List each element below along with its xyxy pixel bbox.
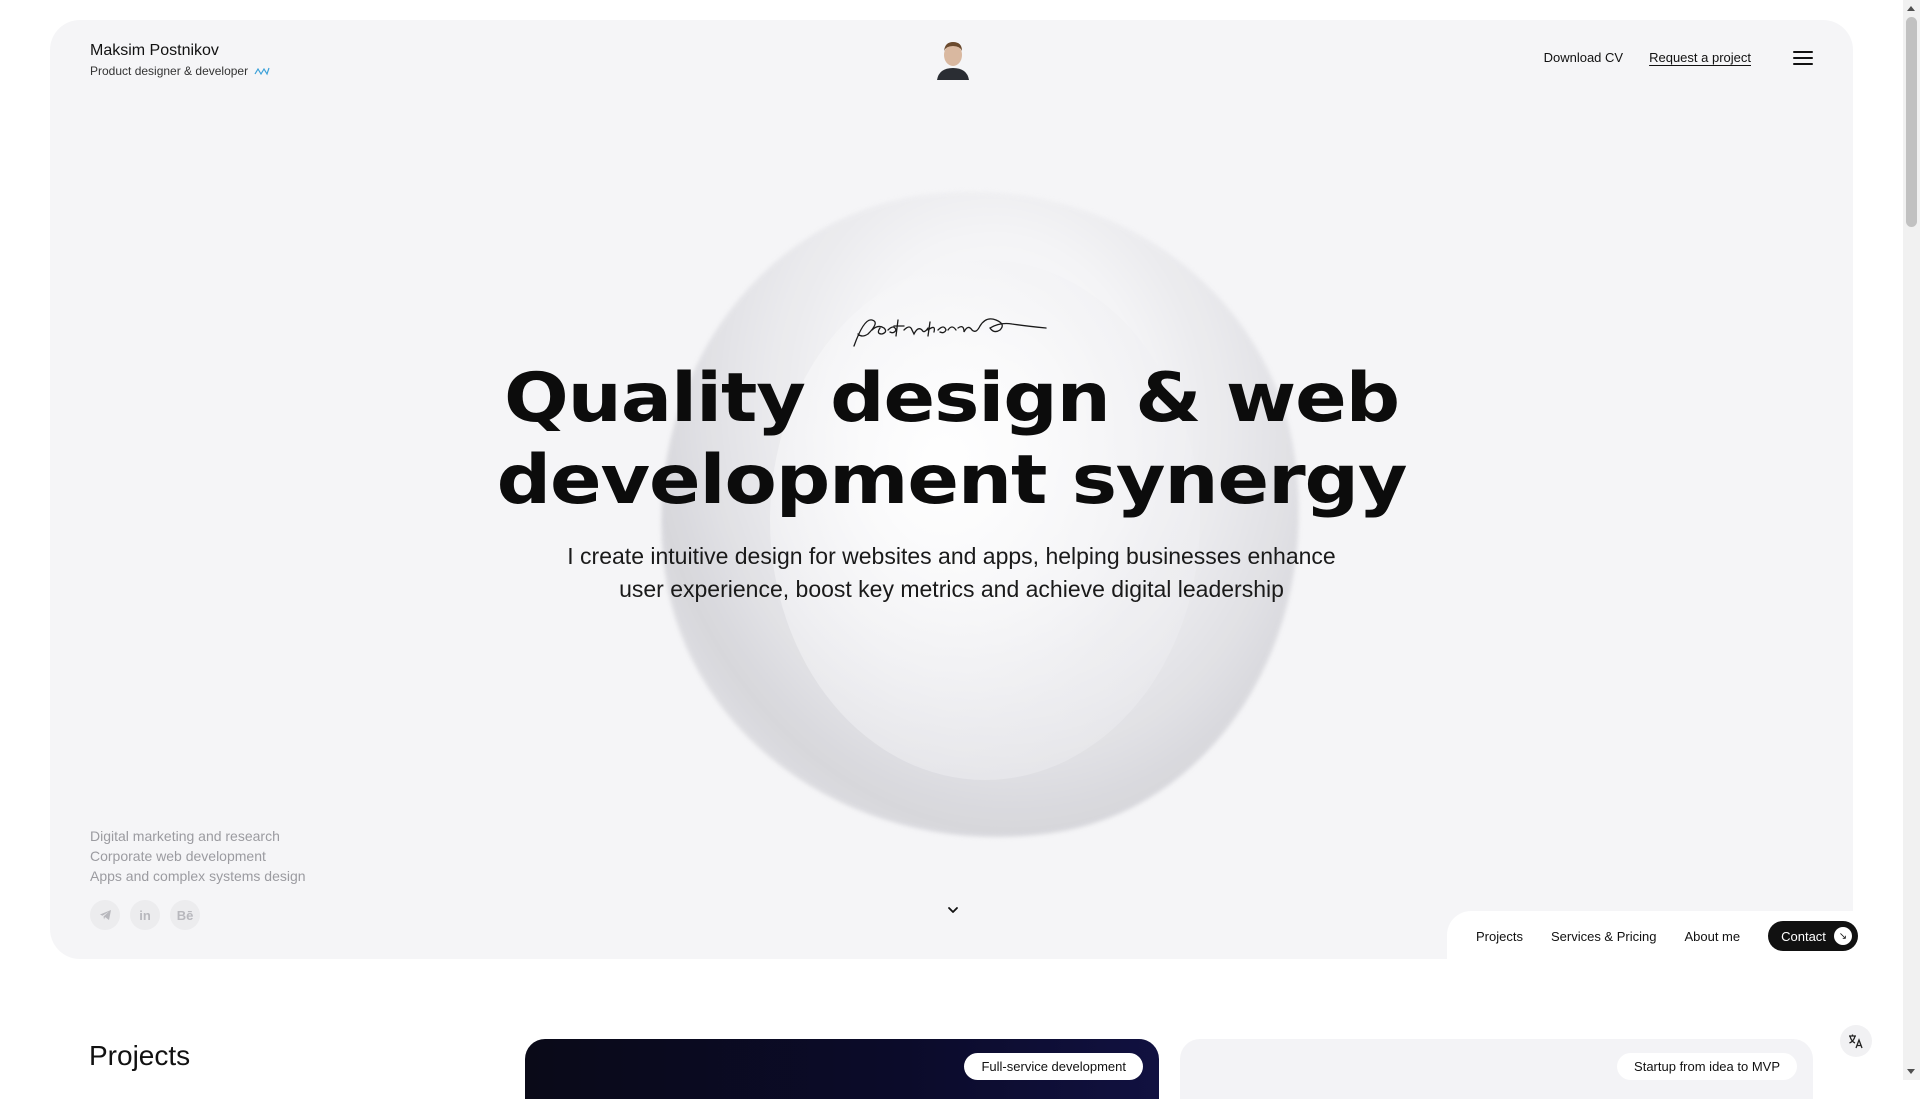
contact-button[interactable]: Contact ↘ [1768, 921, 1858, 951]
behance-icon[interactable]: Bē [170, 900, 200, 930]
nav-projects[interactable]: Projects [1476, 929, 1523, 944]
service-item: Apps and complex systems design [90, 868, 306, 884]
hero-headline: Quality design & web development synergy [50, 358, 1853, 522]
telegram-icon[interactable] [90, 900, 120, 930]
signature-logo [853, 318, 1047, 347]
brand[interactable]: Maksim Postnikov Product designer & deve… [90, 42, 270, 78]
chevron-down-icon[interactable] [947, 906, 959, 914]
projects-heading: Projects [89, 1040, 191, 1071]
scroll-thumb[interactable] [1906, 17, 1917, 227]
scroll-down-arrow-icon[interactable] [1907, 1069, 1915, 1074]
service-item: Corporate web development [90, 848, 266, 864]
hero-section: Maksim Postnikov Product designer & deve… [50, 20, 1853, 959]
translate-icon[interactable] [1840, 1025, 1872, 1057]
brand-name[interactable]: Maksim Postnikov [90, 42, 270, 60]
hero-subline: I create intuitive design for websites a… [50, 540, 1853, 606]
contact-button-label: Contact [1781, 928, 1826, 944]
wave-icon [254, 67, 270, 76]
hero-headline-line-1: Quality design & web [503, 359, 1400, 438]
hero-subline-line-2: user experience, boost key metrics and a… [619, 576, 1284, 602]
download-cv-link[interactable]: Download CV [1544, 50, 1624, 65]
arrow-down-right-icon: ↘ [1833, 927, 1852, 945]
brand-subtitle: Product designer & developer [90, 64, 270, 78]
hero-subline-line-1: I create intuitive design for websites a… [567, 543, 1336, 569]
request-project-link[interactable]: Request a project [1649, 50, 1751, 65]
bottom-nav: Projects Services & Pricing About me Con… [1476, 921, 1858, 951]
brand-subtitle-text: Product designer & developer [90, 64, 249, 78]
linkedin-icon[interactable]: in [130, 900, 160, 930]
hamburger-menu-icon[interactable] [1793, 50, 1813, 65]
avatar[interactable] [935, 38, 971, 80]
scroll-up-arrow-icon[interactable] [1907, 6, 1915, 11]
nav-about[interactable]: About me [1684, 929, 1740, 944]
service-item: Digital marketing and research [90, 828, 280, 844]
page-scrollbar[interactable] [1903, 0, 1920, 1080]
project-card[interactable]: Full-service development [525, 1039, 1159, 1099]
social-links: in Bē [90, 900, 200, 930]
project-tag: Full-service development [964, 1053, 1143, 1080]
project-tag: Startup from idea to MVP [1617, 1053, 1797, 1080]
project-card[interactable]: Startup from idea to MVP [1180, 1039, 1813, 1099]
services-list: Digital marketing and research Corporate… [90, 826, 306, 886]
nav-services-pricing[interactable]: Services & Pricing [1551, 929, 1656, 944]
top-nav: Download CV Request a project [1544, 50, 1813, 65]
hero-headline-line-2: development synergy [496, 441, 1408, 520]
